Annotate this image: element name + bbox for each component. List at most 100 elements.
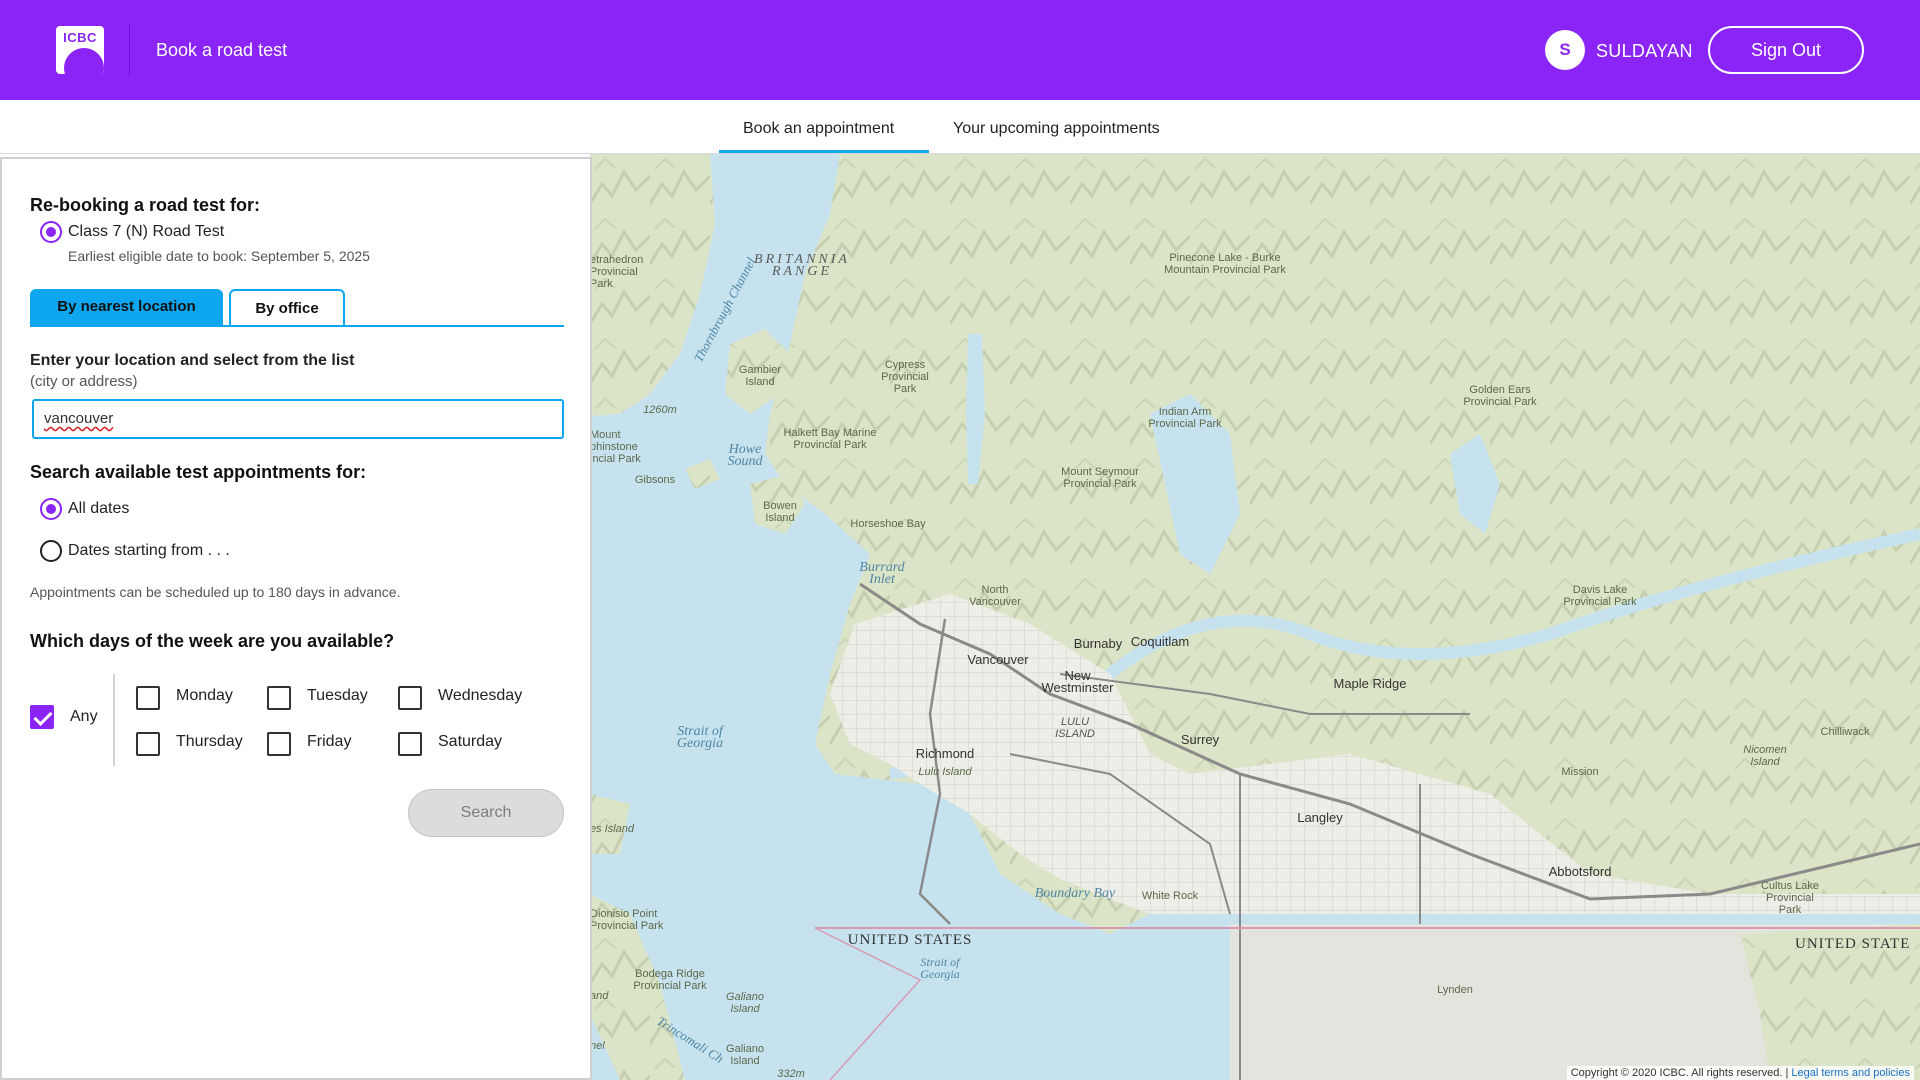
map-label-united-states-1: UNITED STATES	[847, 932, 973, 948]
map-label-white-rock: White Rock	[1141, 890, 1199, 902]
map-label-bowen: Bowen Island	[763, 500, 797, 524]
map-label-richmond: Richmond	[915, 746, 975, 761]
monday-label: Monday	[176, 687, 233, 704]
map-label-cypress: Cypress Provincial Park	[881, 359, 929, 395]
map-label-britannia: BRITANNIA RANGE	[754, 252, 850, 279]
map-graphic	[590, 154, 1920, 1080]
map-label-gibsons: Gibsons	[634, 474, 676, 486]
map-label-elevation-1260: 1260m	[643, 404, 677, 416]
friday-checkbox[interactable]	[267, 732, 291, 756]
user-avatar: S	[1545, 30, 1585, 70]
map-label-lulu-island: Lulu Island	[918, 766, 972, 778]
map-label-tetrahedron: etrahedron Provincial Park	[590, 254, 644, 290]
map-copyright: Copyright © 2020 ICBC. All rights reserv…	[1566, 1066, 1914, 1080]
map-label-united-states-2: UNITED STATE	[1795, 936, 1911, 952]
map-label-davis-lake: Davis Lake Provincial Park	[1563, 584, 1637, 608]
top-header-bar: ICBC Book a road test S SULDAYAN Sign Ou…	[0, 0, 1920, 100]
thursday-checkbox[interactable]	[136, 732, 160, 756]
icbc-logo[interactable]: ICBC	[56, 26, 104, 74]
tab-nearest-location[interactable]: By nearest location	[30, 289, 223, 327]
search-tab-divider	[30, 325, 564, 327]
username: SULDAYAN	[1596, 41, 1693, 61]
map-label-cultus: Cultus Lake Provincial Park	[1760, 880, 1820, 916]
map-label-elevation-332: 332m	[777, 1068, 805, 1080]
map-label-golden-ears: Golden Ears Provincial Park	[1463, 384, 1537, 408]
saturday-checkbox[interactable]	[398, 732, 422, 756]
tab-by-office[interactable]: By office	[229, 289, 345, 327]
any-day-checkbox[interactable]	[30, 705, 54, 729]
booking-panel: Re-booking a road test for: Class 7 (N) …	[0, 157, 592, 1080]
map-label-dionisio: Dionisio Point Provincial Park	[590, 908, 664, 932]
map-label-abbotsford: Abbotsford	[1548, 864, 1612, 879]
map-label-new-west: New Westminster	[1041, 668, 1114, 695]
map-label-es-island: es Island	[590, 823, 635, 835]
search-button[interactable]: Search	[408, 789, 564, 837]
map-label-mount-seymour: Mount Seymour Provincial Park	[1061, 466, 1139, 490]
map-label-howe-sound: Howe Sound	[727, 442, 763, 469]
location-hint: (city or address)	[30, 373, 138, 390]
map-view[interactable]: BRITANNIA RANGE Pinecone Lake - Burke Mo…	[590, 154, 1920, 1080]
map-label-galiano: Galiano Island	[726, 991, 764, 1015]
advance-note: Appointments can be scheduled up to 180 …	[30, 584, 401, 600]
app-title: Book a road test	[156, 40, 288, 60]
map-label-strait-georgia-us: Strait of Georgia	[920, 955, 960, 981]
dates-starting-radio[interactable]	[40, 540, 62, 562]
test-type-radio[interactable]	[40, 221, 62, 243]
test-type-label: Class 7 (N) Road Test	[68, 223, 225, 240]
map-label-coquitlam: Coquitlam	[1130, 634, 1190, 649]
map-label-elphinstone: Mount phinstone incial Park	[590, 429, 641, 465]
dates-starting-label: Dates starting from . . .	[68, 542, 230, 559]
map-label-indian-arm: Indian Arm Provincial Park	[1148, 406, 1222, 430]
tuesday-checkbox[interactable]	[267, 686, 291, 710]
friday-label: Friday	[307, 733, 352, 750]
header-divider	[129, 24, 130, 76]
copyright-text: Copyright © 2020 ICBC. All rights reserv…	[1570, 1067, 1783, 1079]
map-label-pinecone: Pinecone Lake - Burke Mountain Provincia…	[1164, 252, 1286, 276]
map-label-mission: Mission	[1561, 766, 1599, 778]
tab-book-appointment[interactable]: Book an appointment	[743, 120, 894, 138]
wednesday-label: Wednesday	[438, 687, 523, 704]
map-label-lulu: LULU ISLAND	[1055, 716, 1095, 740]
map-label-nel: nel	[590, 1040, 605, 1052]
map-label-nicomen: Nicomen Island	[1743, 744, 1787, 768]
legal-terms-link[interactable]: Legal terms and policies	[1791, 1067, 1910, 1079]
logo-text: ICBC	[63, 30, 97, 45]
map-label-strait-georgia: Strait of Georgia	[676, 724, 724, 751]
saturday-label: Saturday	[438, 733, 503, 750]
search-dates-heading: Search available test appointments for:	[30, 462, 367, 482]
map-label-north-van: North Vancouver	[969, 584, 1021, 608]
rebooking-heading: Re-booking a road test for:	[30, 195, 261, 215]
location-input-value: vancouver	[44, 410, 114, 427]
wednesday-checkbox[interactable]	[398, 686, 422, 710]
map-label-surrey: Surrey	[1180, 732, 1220, 747]
maritime-border	[814, 927, 922, 1080]
map-label-maple-ridge: Maple Ridge	[1333, 676, 1407, 691]
map-label-langley: Langley	[1297, 810, 1343, 825]
map-label-gambier: Gambier Island	[738, 364, 782, 388]
map-label-boundary-bay: Boundary Bay	[1034, 886, 1116, 901]
tab-upcoming-appointments[interactable]: Your upcoming appointments	[953, 120, 1160, 138]
all-dates-label: All dates	[68, 500, 130, 517]
days-divider	[113, 674, 115, 766]
location-label: Enter your location and select from the …	[30, 352, 355, 369]
thursday-label: Thursday	[176, 733, 243, 750]
tuesday-label: Tuesday	[307, 687, 368, 704]
keats-island	[685, 459, 720, 489]
map-label-lynden: Lynden	[1437, 984, 1473, 996]
any-day-label: Any	[70, 708, 98, 725]
map-label-chilliwack: Chilliwack	[1820, 726, 1870, 738]
map-label-vancouver: Vancouver	[967, 652, 1029, 667]
all-dates-radio[interactable]	[40, 498, 62, 520]
map-label-burrard: Burrard Inlet	[859, 560, 905, 587]
map-label-horseshoe: Horseshoe Bay	[850, 518, 926, 530]
earliest-date-text: Earliest eligible date to book: Septembe…	[68, 248, 370, 264]
monday-checkbox[interactable]	[136, 686, 160, 710]
logo-swoop-shape	[64, 48, 104, 74]
map-label-and: and	[590, 990, 609, 1002]
active-tab-indicator	[719, 150, 929, 153]
location-search-input[interactable]: vancouver	[32, 399, 564, 439]
map-label-burnaby: Burnaby	[1073, 636, 1123, 651]
sign-out-button[interactable]: Sign Out	[1708, 26, 1864, 74]
days-heading: Which days of the week are you available…	[30, 631, 395, 651]
map-label-bodega: Bodega Ridge Provincial Park	[633, 968, 707, 992]
